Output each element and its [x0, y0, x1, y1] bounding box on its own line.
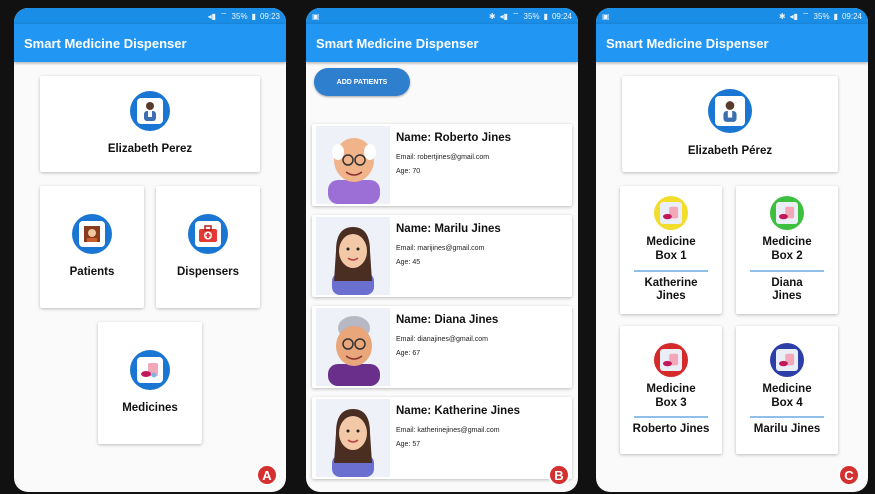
medicine-box-1-card[interactable]: Medicine Box 1 Katherine Jines — [620, 186, 722, 314]
bluetooth-icon: ✱ — [778, 11, 786, 21]
user-name: Elizabeth Perez — [107, 143, 193, 156]
signal-icon: ◂▮ — [499, 11, 509, 21]
assigned-patient: Marilu Jines — [753, 423, 821, 436]
patient-name: Name: Marilu Jines — [396, 223, 501, 235]
patient-avatar — [316, 399, 390, 477]
patient-card-marilu[interactable]: Name: Marilu Jines Email: marijines@gmai… — [312, 215, 572, 297]
app-title: Smart Medicine Dispenser — [306, 24, 578, 62]
battery-level: 35% — [813, 11, 830, 21]
signal-icon: ◂▮ — [789, 11, 799, 21]
patient-age: Age: 67 — [396, 350, 421, 357]
divider — [750, 416, 824, 419]
patients-tile[interactable]: Patients — [40, 186, 144, 308]
medicine-box-icon — [654, 342, 688, 377]
medicine-box-icon — [654, 195, 688, 230]
patient-avatar — [316, 217, 390, 295]
medical-kit-icon — [188, 214, 228, 255]
patient-avatar — [316, 308, 390, 386]
medicine-box-4-card[interactable]: Medicine Box 4 Marilu Jines — [736, 326, 838, 454]
screen-a: ◂▮ ⌔ 35% ▮ 09:23 Smart Medicine Dispense… — [14, 8, 286, 492]
user-name: Elizabeth Pérez — [687, 145, 773, 158]
status-bar: ◂▮ ⌔ 35% ▮ 09:23 — [14, 8, 286, 24]
clock: 09:24 — [841, 11, 862, 21]
medicine-box-title: Medicine Box 1 — [646, 235, 696, 262]
patient-name: Name: Roberto Jines — [396, 132, 512, 144]
patient-name: Name: Katherine Jines — [396, 405, 520, 417]
patient-age: Age: 70 — [396, 168, 421, 175]
patient-age: Age: 57 — [396, 441, 421, 448]
patient-email: Email: robertjines@gmail.com — [396, 154, 490, 161]
medicine-box-title: Medicine Box 2 — [762, 235, 812, 262]
screen-badge: A — [256, 464, 278, 486]
patient-avatar — [316, 126, 390, 204]
patient-email: Email: katherinejines@gmail.com — [396, 427, 500, 434]
patient-email: Email: marijines@gmail.com — [396, 245, 485, 252]
patient-icon — [72, 214, 112, 255]
assigned-patient: Katherine Jines — [644, 276, 698, 303]
battery-icon: ▮ — [251, 11, 256, 21]
wifi-icon: ⌔ — [802, 11, 810, 20]
medicine-box-2-card[interactable]: Medicine Box 2 Diana Jines — [736, 186, 838, 314]
patient-card-roberto[interactable]: Name: Roberto Jines Email: robertjines@g… — [312, 124, 572, 206]
wifi-icon: ⌔ — [220, 11, 228, 20]
profile-card[interactable]: Elizabeth Perez — [40, 76, 260, 172]
status-bar: ▣ ✱ ◂▮ ⌔ 35% ▮ 09:24 — [596, 8, 868, 24]
gallery-icon: ▣ — [312, 11, 320, 21]
screen-c: ▣ ✱ ◂▮ ⌔ 35% ▮ 09:24 Smart Medicine Disp… — [596, 8, 868, 492]
assigned-patient: Diana Jines — [771, 276, 803, 303]
battery-icon: ▮ — [833, 11, 838, 21]
app-title: Smart Medicine Dispenser — [596, 24, 868, 62]
medicine-box-icon — [770, 342, 804, 377]
battery-icon: ▮ — [543, 11, 548, 21]
status-bar: ▣ ✱ ◂▮ ⌔ 35% ▮ 09:24 — [306, 8, 578, 24]
add-patients-button[interactable]: ADD PATIENTS — [314, 68, 410, 96]
assigned-patient: Roberto Jines — [632, 423, 710, 436]
patient-email: Email: dianajines@gmail.com — [396, 336, 488, 343]
dispensers-label: Dispensers — [176, 266, 239, 279]
medicine-box-title: Medicine Box 3 — [646, 382, 696, 409]
medicines-tile[interactable]: Medicines — [98, 322, 202, 444]
medicine-box-icon — [770, 195, 804, 230]
patient-card-katherine[interactable]: Name: Katherine Jines Email: katherineji… — [312, 397, 572, 479]
signal-icon: ◂▮ — [207, 11, 217, 21]
clock: 09:24 — [551, 11, 572, 21]
divider — [750, 269, 824, 272]
bluetooth-icon: ✱ — [488, 11, 496, 21]
wifi-icon: ⌔ — [512, 11, 520, 20]
dispensers-tile[interactable]: Dispensers — [156, 186, 260, 308]
battery-level: 35% — [231, 11, 248, 21]
screen-badge: B — [548, 464, 570, 486]
medicines-label: Medicines — [122, 402, 178, 415]
screen-b: ▣ ✱ ◂▮ ⌔ 35% ▮ 09:24 Smart Medicine Disp… — [306, 8, 578, 492]
medicine-icon — [130, 350, 170, 391]
medicine-box-title: Medicine Box 4 — [762, 382, 812, 409]
app-title: Smart Medicine Dispenser — [14, 24, 286, 62]
doctor-avatar-icon — [708, 89, 752, 134]
medicine-box-3-card[interactable]: Medicine Box 3 Roberto Jines — [620, 326, 722, 454]
divider — [634, 269, 708, 272]
gallery-icon: ▣ — [602, 11, 610, 21]
profile-card[interactable]: Elizabeth Pérez — [622, 76, 838, 172]
patients-label: Patients — [69, 266, 115, 279]
doctor-avatar-icon — [130, 91, 170, 132]
patient-name: Name: Diana Jines — [396, 314, 499, 326]
patient-card-diana[interactable]: Name: Diana Jines Email: dianajines@gmai… — [312, 306, 572, 388]
clock: 09:23 — [259, 11, 280, 21]
battery-level: 35% — [523, 11, 540, 21]
divider — [634, 416, 708, 419]
screen-badge: C — [838, 464, 860, 486]
patient-age: Age: 45 — [396, 259, 421, 266]
